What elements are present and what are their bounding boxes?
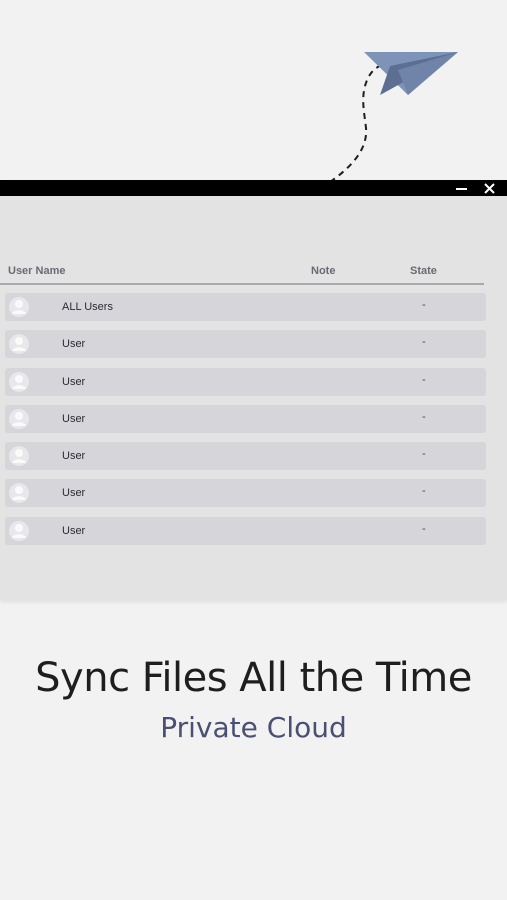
user-avatar-icon	[9, 446, 29, 467]
table-row[interactable]: User -	[5, 442, 486, 471]
table-row[interactable]: User -	[5, 516, 486, 545]
promo-title: Sync Files All the Time	[35, 655, 472, 701]
table-row[interactable]: User -	[5, 367, 486, 396]
user-state: -	[422, 373, 426, 386]
user-avatar-icon	[9, 520, 29, 541]
close-icon	[483, 182, 495, 194]
paper-plane-icon	[329, 52, 458, 183]
table-row[interactable]: User -	[5, 479, 486, 508]
user-state: -	[422, 522, 426, 535]
user-name: User	[62, 412, 86, 425]
user-avatar-icon	[9, 408, 29, 429]
user-name: User	[62, 338, 86, 351]
user-state: -	[422, 299, 426, 311]
user-name: User	[62, 487, 86, 500]
minimize-icon	[455, 188, 467, 190]
user-state: -	[422, 336, 426, 349]
window-titlebar	[0, 180, 507, 196]
user-name: User	[62, 375, 86, 388]
column-header-state[interactable]: State	[410, 265, 437, 277]
close-button[interactable]	[478, 180, 500, 196]
user-state: -	[422, 410, 426, 423]
user-name: ALL Users	[62, 301, 113, 313]
user-name: User	[62, 524, 86, 537]
table-row[interactable]: User -	[5, 404, 486, 433]
paper-plane-illustration	[0, 0, 507, 200]
user-state: -	[422, 485, 426, 498]
user-list: ALL Users - User - User - User - User - …	[5, 293, 486, 554]
column-header-note[interactable]: Note	[311, 265, 335, 277]
user-avatar-icon	[9, 371, 29, 392]
user-name: User	[62, 450, 86, 463]
promo-subtitle: Private Cloud	[160, 711, 347, 744]
user-avatar-icon	[9, 334, 29, 355]
table-row[interactable]: ALL Users -	[5, 293, 486, 321]
table-row[interactable]: User -	[5, 330, 486, 359]
user-state: -	[422, 448, 426, 461]
table-header: User Name Note State	[0, 265, 484, 285]
minimize-button[interactable]	[450, 180, 472, 196]
column-header-user-name[interactable]: User Name	[8, 265, 65, 277]
user-avatar-icon	[9, 483, 29, 504]
user-avatar-icon	[9, 297, 29, 317]
app-window: User Name Note State ALL Users - User -	[0, 180, 507, 600]
